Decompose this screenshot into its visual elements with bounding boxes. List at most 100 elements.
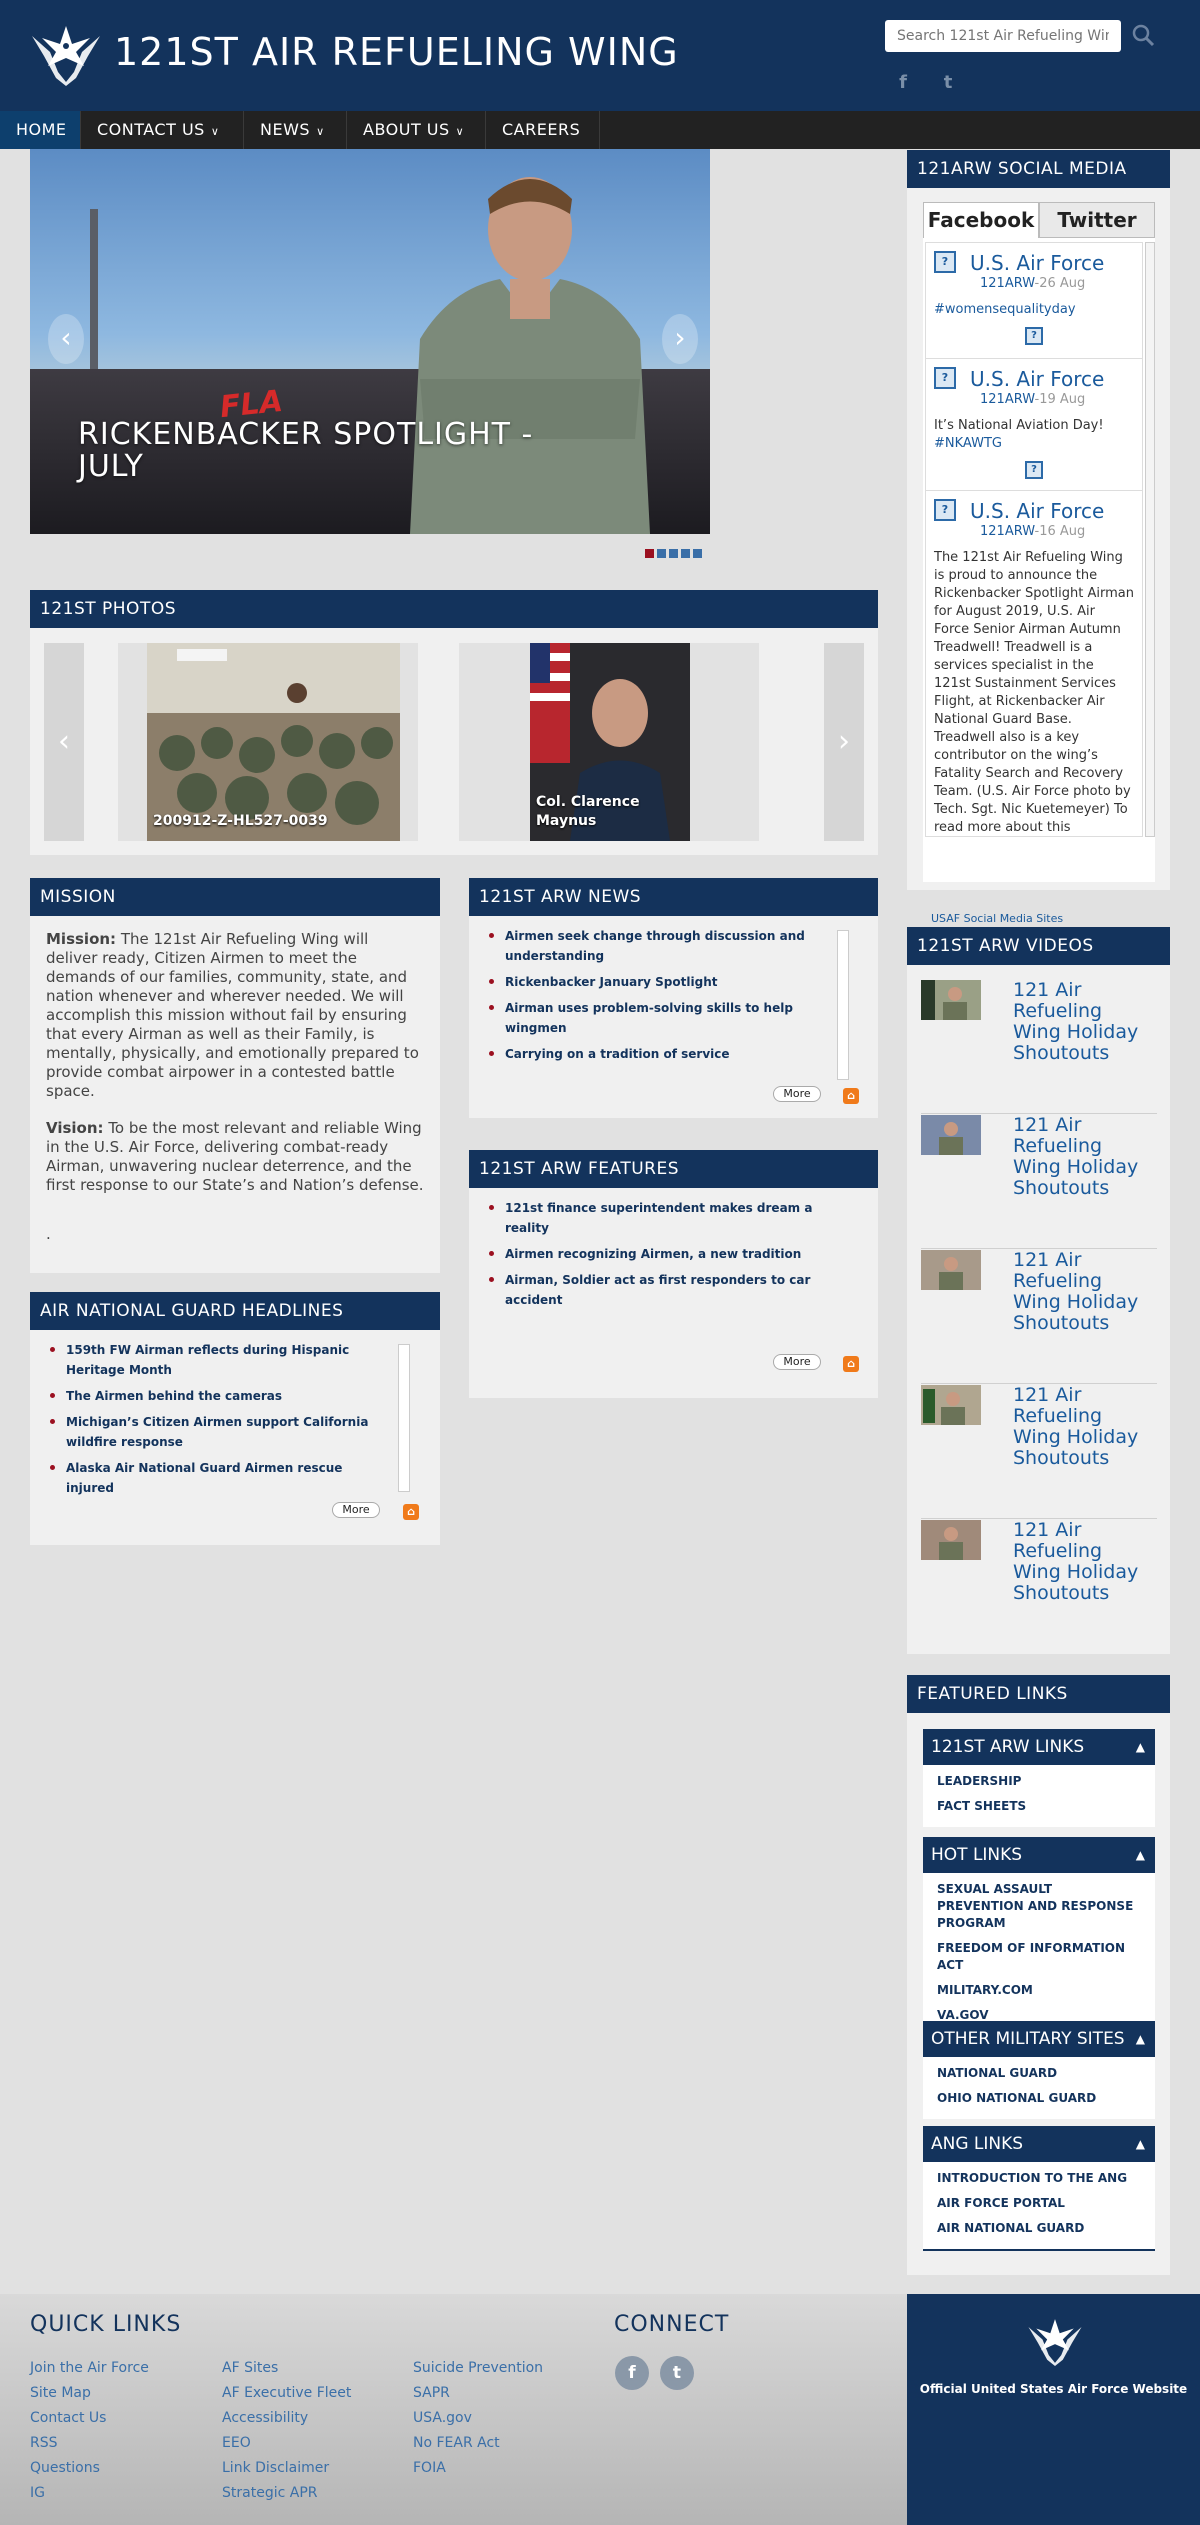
footer-link[interactable]: EEO [222, 2431, 351, 2456]
video-title[interactable]: 121 Air Refueling Wing Holiday Shoutouts [1013, 1115, 1153, 1199]
more-button[interactable]: More [773, 1086, 821, 1102]
air-force-logo-icon[interactable] [28, 22, 104, 86]
collapse-caret-icon[interactable]: ▲ [1136, 2021, 1145, 2057]
post-handle[interactable]: 121ARW [980, 276, 1035, 291]
footer-link[interactable]: FOIA [413, 2456, 543, 2481]
footer-link[interactable]: SAPR [413, 2381, 543, 2406]
rss-icon[interactable]: ⌂ [843, 1088, 859, 1104]
footer-link[interactable]: Suicide Prevention [413, 2356, 543, 2381]
usaf-social-media-link[interactable]: USAF Social Media Sites [931, 912, 1063, 925]
featured-link[interactable]: LEADERSHIP [937, 1773, 1141, 1790]
hero-carousel[interactable]: FLA RICKENBACKER SPOTLIGHT - JULY ‹ › [30, 149, 710, 534]
search-input[interactable] [885, 20, 1121, 52]
footer-link[interactable]: IG [30, 2481, 149, 2506]
tab-twitter[interactable]: Twitter [1039, 202, 1155, 238]
featured-link[interactable]: FACT SHEETS [937, 1798, 1141, 1815]
link-group-header[interactable]: HOT LINKS ▲ [923, 1837, 1155, 1873]
post-author[interactable]: U.S. Air Force [970, 499, 1134, 523]
collapse-caret-icon[interactable]: ▲ [1136, 1837, 1145, 1873]
featured-link[interactable]: OHIO NATIONAL GUARD [937, 2090, 1141, 2107]
photo-item[interactable]: 200912-Z-HL527-0039 [147, 643, 400, 841]
link-group-header[interactable]: ANG LINKS ▲ [923, 2126, 1155, 2162]
news-item[interactable]: Airmen seek change through discussion an… [489, 926, 830, 966]
twitter-icon[interactable]: t [660, 2356, 694, 2390]
search-icon[interactable] [1130, 22, 1156, 48]
video-title[interactable]: 121 Air Refueling Wing Holiday Shoutouts [1013, 1520, 1153, 1604]
nav-news[interactable]: NEWS ∨ [244, 111, 347, 149]
photos-prev-icon[interactable]: ‹ [44, 643, 84, 841]
video-title[interactable]: 121 Air Refueling Wing Holiday Shoutouts [1013, 1250, 1153, 1334]
photos-next-icon[interactable]: › [824, 643, 864, 841]
facebook-icon[interactable]: f [615, 2356, 649, 2390]
footer-link[interactable]: Site Map [30, 2381, 149, 2406]
social-post[interactable]: ? U.S. Air Force 121ARW-26 Aug #womenseq… [926, 243, 1142, 359]
ang-headline-item[interactable]: Michigan’s Citizen Airmen support Califo… [50, 1412, 394, 1452]
featured-link[interactable]: AIR NATIONAL GUARD [937, 2220, 1141, 2237]
site-title[interactable]: 121ST AIR REFUELING WING [114, 30, 679, 74]
more-button[interactable]: More [332, 1502, 380, 1518]
featured-link[interactable]: FREEDOM OF INFORMATION ACT [937, 1940, 1141, 1974]
scrollbar[interactable] [1145, 242, 1155, 837]
nav-careers[interactable]: CAREERS [486, 111, 600, 149]
photo-item[interactable]: Col. Clarence Maynus [530, 643, 690, 841]
news-item[interactable]: Carrying on a tradition of service [489, 1044, 830, 1064]
footer-link[interactable]: Join the Air Force [30, 2356, 149, 2381]
collapse-caret-icon[interactable]: ▲ [1136, 1729, 1145, 1765]
link-group-header[interactable]: OTHER MILITARY SITES ▲ [923, 2021, 1155, 2057]
scrollbar[interactable] [398, 1344, 410, 1492]
featured-link[interactable]: SEXUAL ASSAULT PREVENTION AND RESPONSE P… [937, 1881, 1141, 1932]
post-handle[interactable]: 121ARW [980, 392, 1035, 407]
video-title[interactable]: 121 Air Refueling Wing Holiday Shoutouts [1013, 1385, 1153, 1469]
post-handle[interactable]: 121ARW [980, 524, 1035, 539]
footer-link[interactable]: RSS [30, 2431, 149, 2456]
news-item[interactable]: Airman uses problem-solving skills to he… [489, 998, 830, 1038]
collapse-caret-icon[interactable]: ▲ [1136, 2126, 1145, 2162]
carousel-next-icon[interactable]: › [662, 314, 698, 364]
footer-link[interactable]: Contact Us [30, 2406, 149, 2431]
nav-contact-us[interactable]: CONTACT US ∨ [81, 111, 244, 149]
hero-caption[interactable]: RICKENBACKER SPOTLIGHT - JULY [78, 419, 533, 483]
rss-icon[interactable]: ⌂ [403, 1504, 419, 1520]
post-tag[interactable]: #NKAWTG [934, 435, 1134, 453]
social-feed[interactable]: ? U.S. Air Force 121ARW-26 Aug #womenseq… [925, 242, 1143, 837]
footer-link[interactable]: USA.gov [413, 2406, 543, 2431]
video-item[interactable]: 121 Air Refueling Wing Holiday Shoutouts [921, 1115, 1157, 1249]
carousel-dot[interactable] [693, 549, 702, 558]
rss-icon[interactable]: ⌂ [843, 1356, 859, 1372]
post-author[interactable]: U.S. Air Force [970, 367, 1134, 391]
scrollbar[interactable] [837, 930, 849, 1080]
twitter-icon[interactable]: t [937, 72, 959, 94]
nav-home[interactable]: HOME [0, 111, 81, 149]
video-item[interactable]: 121 Air Refueling Wing Holiday Shoutouts [921, 1520, 1157, 1654]
carousel-prev-icon[interactable]: ‹ [48, 314, 84, 364]
footer-link[interactable]: Accessibility [222, 2406, 351, 2431]
facebook-icon[interactable]: f [892, 72, 914, 94]
feature-item[interactable]: Airmen recognizing Airmen, a new traditi… [489, 1244, 850, 1264]
ang-headline-item[interactable]: 159th FW Airman reflects during Hispanic… [50, 1340, 394, 1380]
feature-item[interactable]: 121st finance superintendent makes dream… [489, 1198, 850, 1238]
video-title[interactable]: 121 Air Refueling Wing Holiday Shoutouts [1013, 980, 1153, 1064]
nav-about-us[interactable]: ABOUT US ∨ [347, 111, 486, 149]
footer-link[interactable]: AF Sites [222, 2356, 351, 2381]
feature-item[interactable]: Airman, Soldier act as first responders … [489, 1270, 850, 1310]
footer-link[interactable]: AF Executive Fleet [222, 2381, 351, 2406]
footer-link[interactable]: Questions [30, 2456, 149, 2481]
featured-link[interactable]: NATIONAL GUARD [937, 2065, 1141, 2082]
link-group-header[interactable]: 121ST ARW LINKS ▲ [923, 1729, 1155, 1765]
social-post[interactable]: ? U.S. Air Force 121ARW-16 Aug The 121st… [926, 491, 1142, 836]
carousel-dot[interactable] [681, 549, 690, 558]
post-tag[interactable]: #womensequalityday [934, 301, 1134, 319]
featured-link[interactable]: INTRODUCTION TO THE ANG [937, 2170, 1141, 2187]
af-official-box[interactable]: Official United States Air Force Website [907, 2294, 1200, 2525]
ang-headline-item[interactable]: Alaska Air National Guard Airmen rescue … [50, 1458, 394, 1498]
video-item[interactable]: 121 Air Refueling Wing Holiday Shoutouts [921, 1250, 1157, 1384]
post-author[interactable]: U.S. Air Force [970, 251, 1134, 275]
carousel-dot[interactable] [645, 549, 654, 558]
footer-link[interactable]: Strategic APR [222, 2481, 351, 2506]
footer-link[interactable]: Link Disclaimer [222, 2456, 351, 2481]
video-item[interactable]: 121 Air Refueling Wing Holiday Shoutouts [921, 1385, 1157, 1519]
social-post[interactable]: ? U.S. Air Force 121ARW-19 Aug It’s Nati… [926, 359, 1142, 491]
ang-headline-item[interactable]: The Airmen behind the cameras [50, 1386, 394, 1406]
footer-link[interactable]: No FEAR Act [413, 2431, 543, 2456]
featured-link[interactable]: MILITARY.COM [937, 1982, 1141, 1999]
